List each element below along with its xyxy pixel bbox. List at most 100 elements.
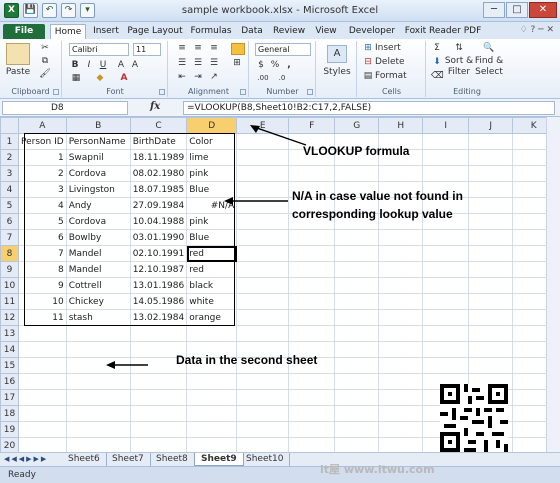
tab-view[interactable]: View — [312, 24, 340, 39]
cut-icon[interactable]: ✂ — [38, 43, 52, 54]
wrap-text-icon[interactable] — [231, 43, 245, 55]
cell[interactable] — [334, 341, 380, 358]
delete-cells-icon[interactable]: ⊟ — [362, 57, 374, 68]
cell[interactable] — [468, 133, 514, 150]
cell[interactable] — [422, 149, 470, 166]
column-header-b[interactable]: B — [65, 117, 131, 134]
clipboard-launcher-icon[interactable] — [53, 89, 59, 95]
cell[interactable] — [422, 261, 470, 278]
cell[interactable]: Mandel — [65, 245, 131, 262]
cell[interactable] — [334, 405, 380, 422]
row-header[interactable]: 19 — [0, 421, 19, 438]
row-header[interactable]: 15 — [0, 357, 19, 374]
cell[interactable] — [288, 165, 336, 182]
cell[interactable] — [468, 341, 514, 358]
cell[interactable]: 13.01.1986 — [129, 277, 188, 294]
cell[interactable]: 14.05.1986 — [129, 293, 188, 310]
cell[interactable] — [129, 405, 188, 422]
cell[interactable] — [18, 437, 67, 452]
cell[interactable]: 10 — [18, 293, 67, 310]
tab-insert[interactable]: Insert — [90, 24, 122, 39]
cell[interactable] — [378, 277, 424, 294]
cell[interactable]: Color — [186, 133, 238, 150]
name-box[interactable]: D8 — [2, 101, 128, 115]
sheet-tab-sheet10[interactable]: Sheet10 — [240, 453, 291, 466]
cell[interactable] — [288, 261, 336, 278]
cell[interactable] — [468, 357, 514, 374]
column-header-i[interactable]: I — [422, 117, 470, 134]
italic-icon[interactable]: I — [83, 60, 95, 71]
tab-formulas[interactable]: Formulas — [188, 24, 234, 39]
cell[interactable] — [236, 245, 290, 262]
cell[interactable] — [236, 229, 290, 246]
cell[interactable] — [334, 325, 380, 342]
close-button[interactable]: ✕ — [529, 2, 557, 18]
cell[interactable]: orange — [186, 309, 238, 326]
cell[interactable]: 4 — [18, 197, 67, 214]
comma-style-icon[interactable]: , — [283, 60, 295, 71]
cell[interactable]: 12.10.1987 — [129, 261, 188, 278]
row-header[interactable]: 9 — [0, 261, 19, 278]
cell[interactable]: 7 — [18, 245, 67, 262]
tab-data[interactable]: Data — [238, 24, 266, 39]
delete-cells-button[interactable]: Delete — [375, 57, 419, 68]
format-cells-button[interactable]: Format — [375, 71, 419, 82]
cell[interactable] — [468, 197, 514, 214]
align-left-icon[interactable]: ☰ — [175, 58, 189, 69]
styles-icon[interactable]: A — [327, 45, 347, 63]
cell[interactable]: 18.07.1985 — [129, 181, 188, 198]
cell[interactable] — [65, 373, 131, 390]
cell[interactable] — [288, 421, 336, 438]
align-center-icon[interactable]: ☰ — [191, 58, 205, 69]
cell[interactable]: 18.11.1989 — [129, 149, 188, 166]
cell[interactable] — [422, 309, 470, 326]
vertical-scrollbar[interactable] — [546, 117, 560, 452]
cell[interactable] — [129, 437, 188, 452]
sort-filter-icon[interactable]: ⇅ — [445, 43, 473, 54]
increase-indent-icon[interactable]: ⇥ — [191, 72, 205, 83]
row-header[interactable]: 14 — [0, 341, 19, 358]
row-header[interactable]: 12 — [0, 309, 19, 326]
cell[interactable] — [288, 229, 336, 246]
cell[interactable] — [236, 405, 290, 422]
cell[interactable] — [288, 405, 336, 422]
insert-cells-icon[interactable]: ⊞ — [362, 43, 374, 54]
cell[interactable] — [334, 229, 380, 246]
cell[interactable] — [334, 357, 380, 374]
cell[interactable]: pink — [186, 213, 238, 230]
styles-button[interactable]: Styles — [319, 67, 355, 78]
cell[interactable]: red — [186, 245, 238, 262]
cell[interactable] — [288, 309, 336, 326]
insert-cells-button[interactable]: Insert — [375, 43, 419, 54]
tab-developer[interactable]: Developer — [346, 24, 398, 39]
cell[interactable] — [288, 373, 336, 390]
cell[interactable] — [378, 261, 424, 278]
cell[interactable] — [288, 389, 336, 406]
row-header[interactable]: 1 — [0, 133, 19, 150]
cell[interactable] — [186, 373, 238, 390]
cell[interactable] — [334, 261, 380, 278]
cell[interactable] — [468, 309, 514, 326]
alignment-launcher-icon[interactable] — [240, 89, 246, 95]
merge-center-icon[interactable]: ⊞ — [229, 58, 245, 69]
bold-icon[interactable]: B — [69, 60, 81, 71]
cell[interactable] — [65, 405, 131, 422]
cell[interactable]: 2 — [18, 165, 67, 182]
row-header[interactable]: 17 — [0, 389, 19, 406]
cell[interactable] — [334, 165, 380, 182]
cell[interactable]: Cordova — [65, 213, 131, 230]
column-header-j[interactable]: J — [468, 117, 514, 134]
cell[interactable] — [236, 277, 290, 294]
align-right-icon[interactable]: ☰ — [207, 58, 221, 69]
cell[interactable] — [422, 277, 470, 294]
cell[interactable] — [468, 181, 514, 198]
cell[interactable] — [334, 437, 380, 452]
cell[interactable]: red — [186, 261, 238, 278]
cell[interactable]: PersonName — [65, 133, 131, 150]
row-header[interactable]: 20 — [0, 437, 19, 452]
cell[interactable] — [378, 165, 424, 182]
cell[interactable] — [378, 373, 424, 390]
find-select-label[interactable]: Find & — [473, 56, 505, 67]
row-header[interactable]: 11 — [0, 293, 19, 310]
formula-input[interactable]: =VLOOKUP(B8,Sheet10!B2:C17,2,FALSE) — [183, 101, 555, 115]
